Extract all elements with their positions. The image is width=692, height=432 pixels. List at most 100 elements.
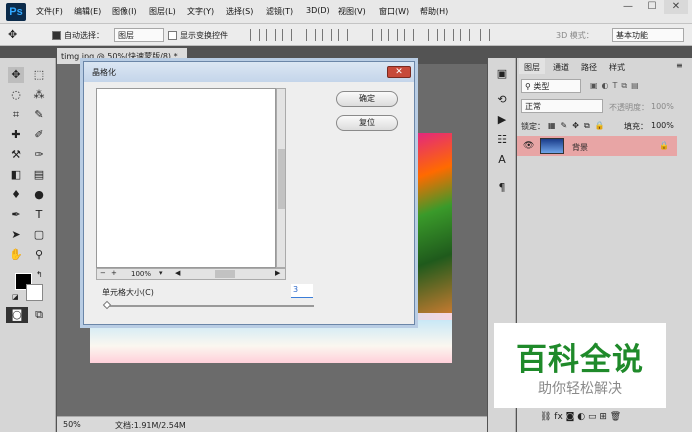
reset-button[interactable]: 复位	[336, 115, 398, 131]
zoom-dropdown-icon[interactable]: ▾	[159, 269, 163, 277]
tab-styles[interactable]: 样式	[604, 58, 630, 74]
default-colors-icon[interactable]: ◪	[12, 293, 19, 301]
menu-3d[interactable]: 3D(D)	[306, 6, 330, 15]
cell-size-slider-knob[interactable]	[102, 300, 112, 310]
scroll-right-icon[interactable]: ▶	[275, 269, 280, 277]
cell-size-slider[interactable]	[104, 305, 314, 307]
align-center-icon[interactable]	[322, 29, 332, 41]
actions-panel-icon[interactable]: ⟲	[494, 92, 510, 108]
auto-select-checkbox[interactable]	[52, 31, 61, 40]
distribute-bottom-icon[interactable]	[404, 29, 414, 41]
paragraph-panel-icon[interactable]: ¶	[494, 180, 510, 196]
maximize-button[interactable]: ☐	[640, 0, 664, 14]
history-brush-icon[interactable]: ✑	[31, 147, 47, 163]
menu-select[interactable]: 选择(S)	[226, 6, 253, 17]
zoom-out-button[interactable]: −	[100, 269, 106, 277]
properties-panel-icon[interactable]: ☷	[494, 132, 510, 148]
marquee-tool-icon[interactable]: ⬚	[31, 67, 47, 83]
fx-icon[interactable]: fx	[554, 412, 565, 422]
play-icon[interactable]: ▶	[494, 112, 510, 128]
align-top-icon[interactable]	[250, 29, 260, 41]
menu-view[interactable]: 视图(V)	[338, 6, 366, 17]
align-right-icon[interactable]	[338, 29, 348, 41]
minimize-button[interactable]: —	[616, 0, 640, 14]
eyedropper-icon[interactable]: ✎	[31, 107, 47, 123]
blur-tool-icon[interactable]: ♦	[8, 187, 24, 203]
horizontal-scroll-thumb[interactable]	[215, 270, 235, 278]
path-selection-icon[interactable]: ➤	[8, 227, 24, 243]
filter-preview[interactable]	[96, 88, 276, 268]
move-tool-icon[interactable]: ✥	[8, 67, 24, 83]
swap-colors-icon[interactable]: ↰	[36, 270, 43, 279]
zoom-in-button[interactable]: +	[111, 269, 117, 277]
blend-mode-dropdown[interactable]: 正常	[521, 99, 603, 113]
menu-file[interactable]: 文件(F)	[36, 6, 63, 17]
transform-controls-checkbox[interactable]	[168, 31, 177, 40]
tab-channels[interactable]: 通道	[548, 58, 574, 74]
distribute-right-icon[interactable]	[460, 29, 470, 41]
scroll-thumb[interactable]	[278, 149, 285, 209]
menu-help[interactable]: 帮助(H)	[420, 6, 448, 17]
new-layer-icon[interactable]: ⊞	[599, 412, 609, 422]
history-panel-icon[interactable]: ▣	[494, 66, 510, 82]
scroll-left-icon[interactable]: ◀	[175, 269, 180, 277]
healing-brush-icon[interactable]: ✚	[8, 127, 24, 143]
distribute-center-icon[interactable]	[444, 29, 454, 41]
zoom-level[interactable]: 50%	[63, 420, 81, 429]
eye-icon[interactable]: 👁	[523, 141, 534, 151]
lock-icons[interactable]: ▦✎✥⧉🔒	[548, 121, 610, 131]
panel-menu-icon[interactable]: ≡	[676, 61, 683, 70]
dodge-tool-icon[interactable]: ●	[31, 187, 47, 203]
menu-window[interactable]: 窗口(W)	[379, 6, 409, 17]
group-icon[interactable]: ▭	[588, 412, 599, 422]
opacity-value[interactable]: 100%	[651, 102, 674, 111]
workspace-dropdown[interactable]: 基本功能	[612, 28, 684, 42]
menu-image[interactable]: 图像(I)	[112, 6, 137, 17]
distribute-top-icon[interactable]	[372, 29, 382, 41]
gradient-icon[interactable]: ▤	[31, 167, 47, 183]
preview-vertical-scrollbar[interactable]	[276, 88, 286, 268]
clone-stamp-icon[interactable]: ⚒	[8, 147, 24, 163]
fill-value[interactable]: 100%	[651, 121, 674, 130]
close-window-button[interactable]: ✕	[664, 0, 688, 14]
hand-tool-icon[interactable]: ✋	[8, 247, 24, 263]
menu-edit[interactable]: 编辑(E)	[74, 6, 101, 17]
screen-mode-icon[interactable]: ⧉	[31, 307, 47, 323]
zoom-tool-icon[interactable]: ⚲	[31, 247, 47, 263]
type-tool-icon[interactable]: T	[31, 207, 47, 223]
filter-icons[interactable]: ▣◐T⧉▤	[590, 81, 643, 91]
lasso-tool-icon[interactable]: ◌	[8, 87, 24, 103]
eraser-icon[interactable]: ◧	[8, 167, 24, 183]
tab-layers[interactable]: 图层	[519, 58, 545, 74]
link-icon[interactable]: ⛓	[540, 412, 554, 422]
align-middle-icon[interactable]	[266, 29, 276, 41]
3d-mode-label: 3D 模式：	[556, 31, 594, 40]
dialog-close-button[interactable]: ✕	[387, 66, 411, 78]
character-panel-icon[interactable]: A	[494, 152, 510, 168]
background-color-swatch[interactable]	[26, 284, 43, 301]
delete-icon[interactable]: 🗑	[610, 412, 621, 422]
magic-wand-icon[interactable]: ⁂	[31, 87, 47, 103]
menu-type[interactable]: 文字(Y)	[187, 6, 214, 17]
auto-select-dropdown[interactable]: 图层	[114, 28, 164, 42]
auto-align-icon[interactable]	[480, 29, 490, 41]
align-bottom-icon[interactable]	[282, 29, 292, 41]
rectangle-tool-icon[interactable]: ▢	[31, 227, 47, 243]
quick-mask-icon[interactable]: ◙	[6, 307, 28, 323]
layer-filter-dropdown[interactable]: ⚲ 类型	[521, 79, 581, 93]
distribute-left-icon[interactable]	[428, 29, 438, 41]
ok-button[interactable]: 确定	[336, 91, 398, 107]
cell-size-input[interactable]: 3	[291, 284, 313, 298]
tab-paths[interactable]: 路径	[576, 58, 602, 74]
layer-name[interactable]: 背景	[572, 142, 588, 153]
menu-layer[interactable]: 图层(L)	[149, 6, 176, 17]
distribute-middle-icon[interactable]	[388, 29, 398, 41]
crop-tool-icon[interactable]: ⌗	[8, 107, 24, 123]
move-tool-icon[interactable]: ✥	[8, 28, 17, 41]
pen-tool-icon[interactable]: ✒	[8, 207, 24, 223]
brush-tool-icon[interactable]: ✐	[31, 127, 47, 143]
menu-filter[interactable]: 滤镜(T)	[266, 6, 293, 17]
adjustment-icon[interactable]: ◐	[577, 412, 588, 422]
align-left-icon[interactable]	[306, 29, 316, 41]
mask-icon[interactable]: ◙	[566, 412, 578, 422]
